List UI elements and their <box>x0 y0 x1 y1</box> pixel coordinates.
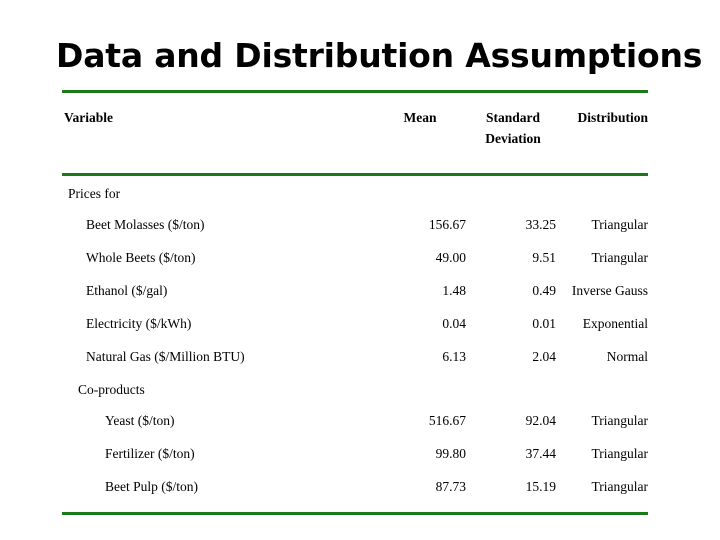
row-label: Yeast ($/ton) <box>105 413 175 428</box>
table-header: Variable Mean Standard Deviation Distrib… <box>62 93 648 149</box>
group-dist-empty <box>558 186 648 217</box>
group-sd-empty <box>468 382 558 413</box>
row-sd: 9.51 <box>532 250 556 265</box>
row-mean: 49.00 <box>435 250 466 265</box>
data-table-body: Prices for Beet Molasses ($/ton) 156.67 … <box>62 176 648 512</box>
row-mean: 516.67 <box>428 413 466 428</box>
row-dist: Exponential <box>582 316 648 331</box>
row-mean: 99.80 <box>435 446 466 461</box>
row-sd: 33.25 <box>525 217 556 232</box>
table-row: Ethanol ($/gal) 1.48 0.49 Inverse Gauss <box>62 283 648 316</box>
header-row: Variable Mean Standard Deviation Distrib… <box>62 93 648 149</box>
assumptions-table: Variable Mean Standard Deviation Distrib… <box>62 90 648 515</box>
group-mean-empty <box>372 186 468 217</box>
table-body: Prices for Beet Molasses ($/ton) 156.67 … <box>62 176 648 512</box>
row-dist: Triangular <box>591 413 649 428</box>
row-label: Ethanol ($/gal) <box>86 283 168 298</box>
table-row: Electricity ($/kWh) 0.04 0.01 Exponentia… <box>62 316 648 349</box>
spacer-cell <box>62 176 648 186</box>
table-row: Beet Pulp ($/ton) 87.73 15.19 Triangular <box>62 479 648 512</box>
row-sd: 2.04 <box>532 349 556 364</box>
slide: Data and Distribution Assumptions Variab… <box>0 0 720 540</box>
data-table: Variable Mean Standard Deviation Distrib… <box>62 93 648 149</box>
row-sd: 37.44 <box>525 446 556 461</box>
table-row: Whole Beets ($/ton) 49.00 9.51 Triangula… <box>62 250 648 283</box>
row-label: Natural Gas ($/Million BTU) <box>86 349 245 364</box>
body-top-spacer <box>62 176 648 186</box>
group-heading-row: Co-products <box>62 382 648 413</box>
row-label: Whole Beets ($/ton) <box>86 250 196 265</box>
row-mean: 6.13 <box>442 349 466 364</box>
row-label: Beet Pulp ($/ton) <box>105 479 198 494</box>
row-sd: 92.04 <box>525 413 556 428</box>
column-header-distribution: Distribution <box>577 110 648 125</box>
group-label-prices: Prices for <box>68 186 121 201</box>
row-sd: 15.19 <box>525 479 556 494</box>
row-sd: 0.01 <box>532 316 556 331</box>
row-label: Beet Molasses ($/ton) <box>86 217 205 232</box>
row-label: Electricity ($/kWh) <box>86 316 192 331</box>
row-label: Fertilizer ($/ton) <box>105 446 195 461</box>
group-label-coproducts: Co-products <box>78 382 145 397</box>
row-dist: Triangular <box>591 479 649 494</box>
row-dist: Triangular <box>591 446 649 461</box>
row-dist: Triangular <box>591 250 649 265</box>
group-heading-row: Prices for <box>62 186 648 217</box>
column-header-variable: Variable <box>64 110 114 125</box>
row-sd: 0.49 <box>532 283 556 298</box>
row-mean: 0.04 <box>442 316 466 331</box>
group-dist-empty <box>558 382 648 413</box>
row-dist: Inverse Gauss <box>571 283 648 298</box>
column-header-std-deviation: Standard Deviation <box>468 93 558 149</box>
row-mean: 87.73 <box>435 479 466 494</box>
table-row: Beet Molasses ($/ton) 156.67 33.25 Trian… <box>62 217 648 250</box>
column-header-mean: Mean <box>403 110 437 125</box>
group-mean-empty <box>372 382 468 413</box>
table-row: Yeast ($/ton) 516.67 92.04 Triangular <box>62 413 648 446</box>
row-dist: Triangular <box>591 217 649 232</box>
row-mean: 156.67 <box>428 217 466 232</box>
table-row: Natural Gas ($/Million BTU) 6.13 2.04 No… <box>62 349 648 382</box>
row-mean: 1.48 <box>442 283 466 298</box>
column-header-std-deviation-line1: Standard <box>485 110 541 125</box>
group-sd-empty <box>468 186 558 217</box>
row-dist: Normal <box>606 349 648 364</box>
table-row: Fertilizer ($/ton) 99.80 37.44 Triangula… <box>62 446 648 479</box>
page-title: Data and Distribution Assumptions <box>56 36 703 75</box>
column-header-std-deviation-line2: Deviation <box>485 131 541 146</box>
header-spacer <box>62 149 648 173</box>
table-rule-bottom <box>62 512 648 515</box>
